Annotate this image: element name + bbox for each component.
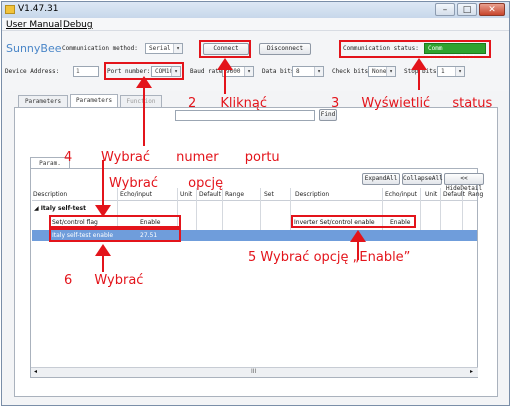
arrow-up-icon xyxy=(350,230,366,242)
highlight-connect xyxy=(199,40,251,58)
window-title: V1.47.31 xyxy=(18,4,59,14)
chevron-down-icon: ▾ xyxy=(173,44,182,53)
comm-method-select[interactable]: Serial ▾ xyxy=(145,43,183,54)
data-bits-value: 8 xyxy=(296,68,300,75)
col-echo-input: Echo/input xyxy=(120,191,153,198)
arrow-up-icon xyxy=(217,58,233,70)
collapse-all-button[interactable]: CollapseAll xyxy=(402,173,443,185)
annotation-step1: Wybrać numer portu xyxy=(101,150,280,165)
col-range-right: Rang xyxy=(468,191,484,198)
highlight-comm-status xyxy=(339,40,491,58)
scroll-right-icon[interactable]: ▸ xyxy=(470,368,473,375)
arrow-down-icon xyxy=(95,205,111,217)
arrow-shaft-1 xyxy=(143,84,145,146)
col-range: Range xyxy=(225,191,245,198)
col-description: Description xyxy=(33,191,68,198)
col-echo-input-right: Echo/input xyxy=(385,191,418,198)
chevron-down-icon: ▾ xyxy=(386,67,395,76)
device-address-input[interactable]: 1 xyxy=(73,66,99,77)
col-description-right: Description xyxy=(295,191,330,198)
close-button[interactable]: ✕ xyxy=(479,3,505,16)
menu-debug[interactable]: Debug xyxy=(63,20,93,30)
device-address-label: Device Address: xyxy=(5,68,60,75)
app-icon xyxy=(5,5,15,14)
check-bits-select[interactable]: None ▾ xyxy=(368,66,396,77)
filter-input[interactable] xyxy=(175,110,315,121)
expand-all-button[interactable]: ExpandAll xyxy=(362,173,400,185)
data-bits-select[interactable]: 8 ▾ xyxy=(292,66,324,77)
arrow-up-icon xyxy=(136,76,152,88)
chevron-down-icon: ▾ xyxy=(455,67,464,76)
app-name: SunnyBee xyxy=(6,42,62,55)
group-italy-self-test[interactable]: ◢ Italy self-test xyxy=(34,205,86,212)
comm-method-label: Communication method: xyxy=(62,45,138,52)
check-bits-value: None xyxy=(372,68,387,75)
highlight-self-test-enable xyxy=(49,228,181,242)
annotation-step4: Wybrać opcję xyxy=(109,176,224,191)
annotation-step4-number: 4 xyxy=(64,150,73,165)
disconnect-button[interactable]: Disconnect xyxy=(259,43,311,55)
chevron-down-icon: ▾ xyxy=(244,67,253,76)
arrow-shaft-4 xyxy=(102,160,104,208)
stop-bits-select[interactable]: 1 ▾ xyxy=(437,66,465,77)
minimize-button[interactable]: – xyxy=(435,3,455,16)
chevron-down-icon: ▾ xyxy=(314,67,323,76)
collapse-triangle-icon[interactable]: ◢ xyxy=(34,205,41,212)
scroll-thumb[interactable]: III xyxy=(251,368,256,375)
maximize-button[interactable]: □ xyxy=(457,3,477,16)
tab-parameters-set[interactable]: Parameters Set xyxy=(70,94,118,116)
highlight-set-control-flag xyxy=(49,215,181,228)
comm-method-value: Serial xyxy=(149,45,171,52)
hide-detail-button[interactable]: << HideDetail xyxy=(444,173,484,192)
arrow-up-icon xyxy=(411,58,427,70)
col-unit: Unit xyxy=(180,191,193,198)
annotation-step2: 2 Kliknąć xyxy=(188,96,268,111)
header-divider xyxy=(32,200,477,201)
highlight-inverter-enable xyxy=(291,215,416,228)
menu-user-manual[interactable]: User Manual xyxy=(6,20,62,30)
annotation-step5: 5 Wybrać opcję „Enable” xyxy=(248,250,411,265)
scroll-left-icon[interactable]: ◂ xyxy=(34,368,37,375)
title-bar xyxy=(2,2,509,18)
col-set: Set xyxy=(264,191,274,198)
col-unit-right: Unit xyxy=(425,191,438,198)
arrow-up-icon xyxy=(95,244,111,256)
check-bits-label: Check bits: xyxy=(332,68,372,75)
col-default: Default xyxy=(199,191,221,198)
stop-bits-value: 1 xyxy=(441,68,445,75)
annotation-step3: 3 Wyświetlić status xyxy=(331,96,493,111)
annotation-step6: 6 Wybrać xyxy=(64,273,144,288)
